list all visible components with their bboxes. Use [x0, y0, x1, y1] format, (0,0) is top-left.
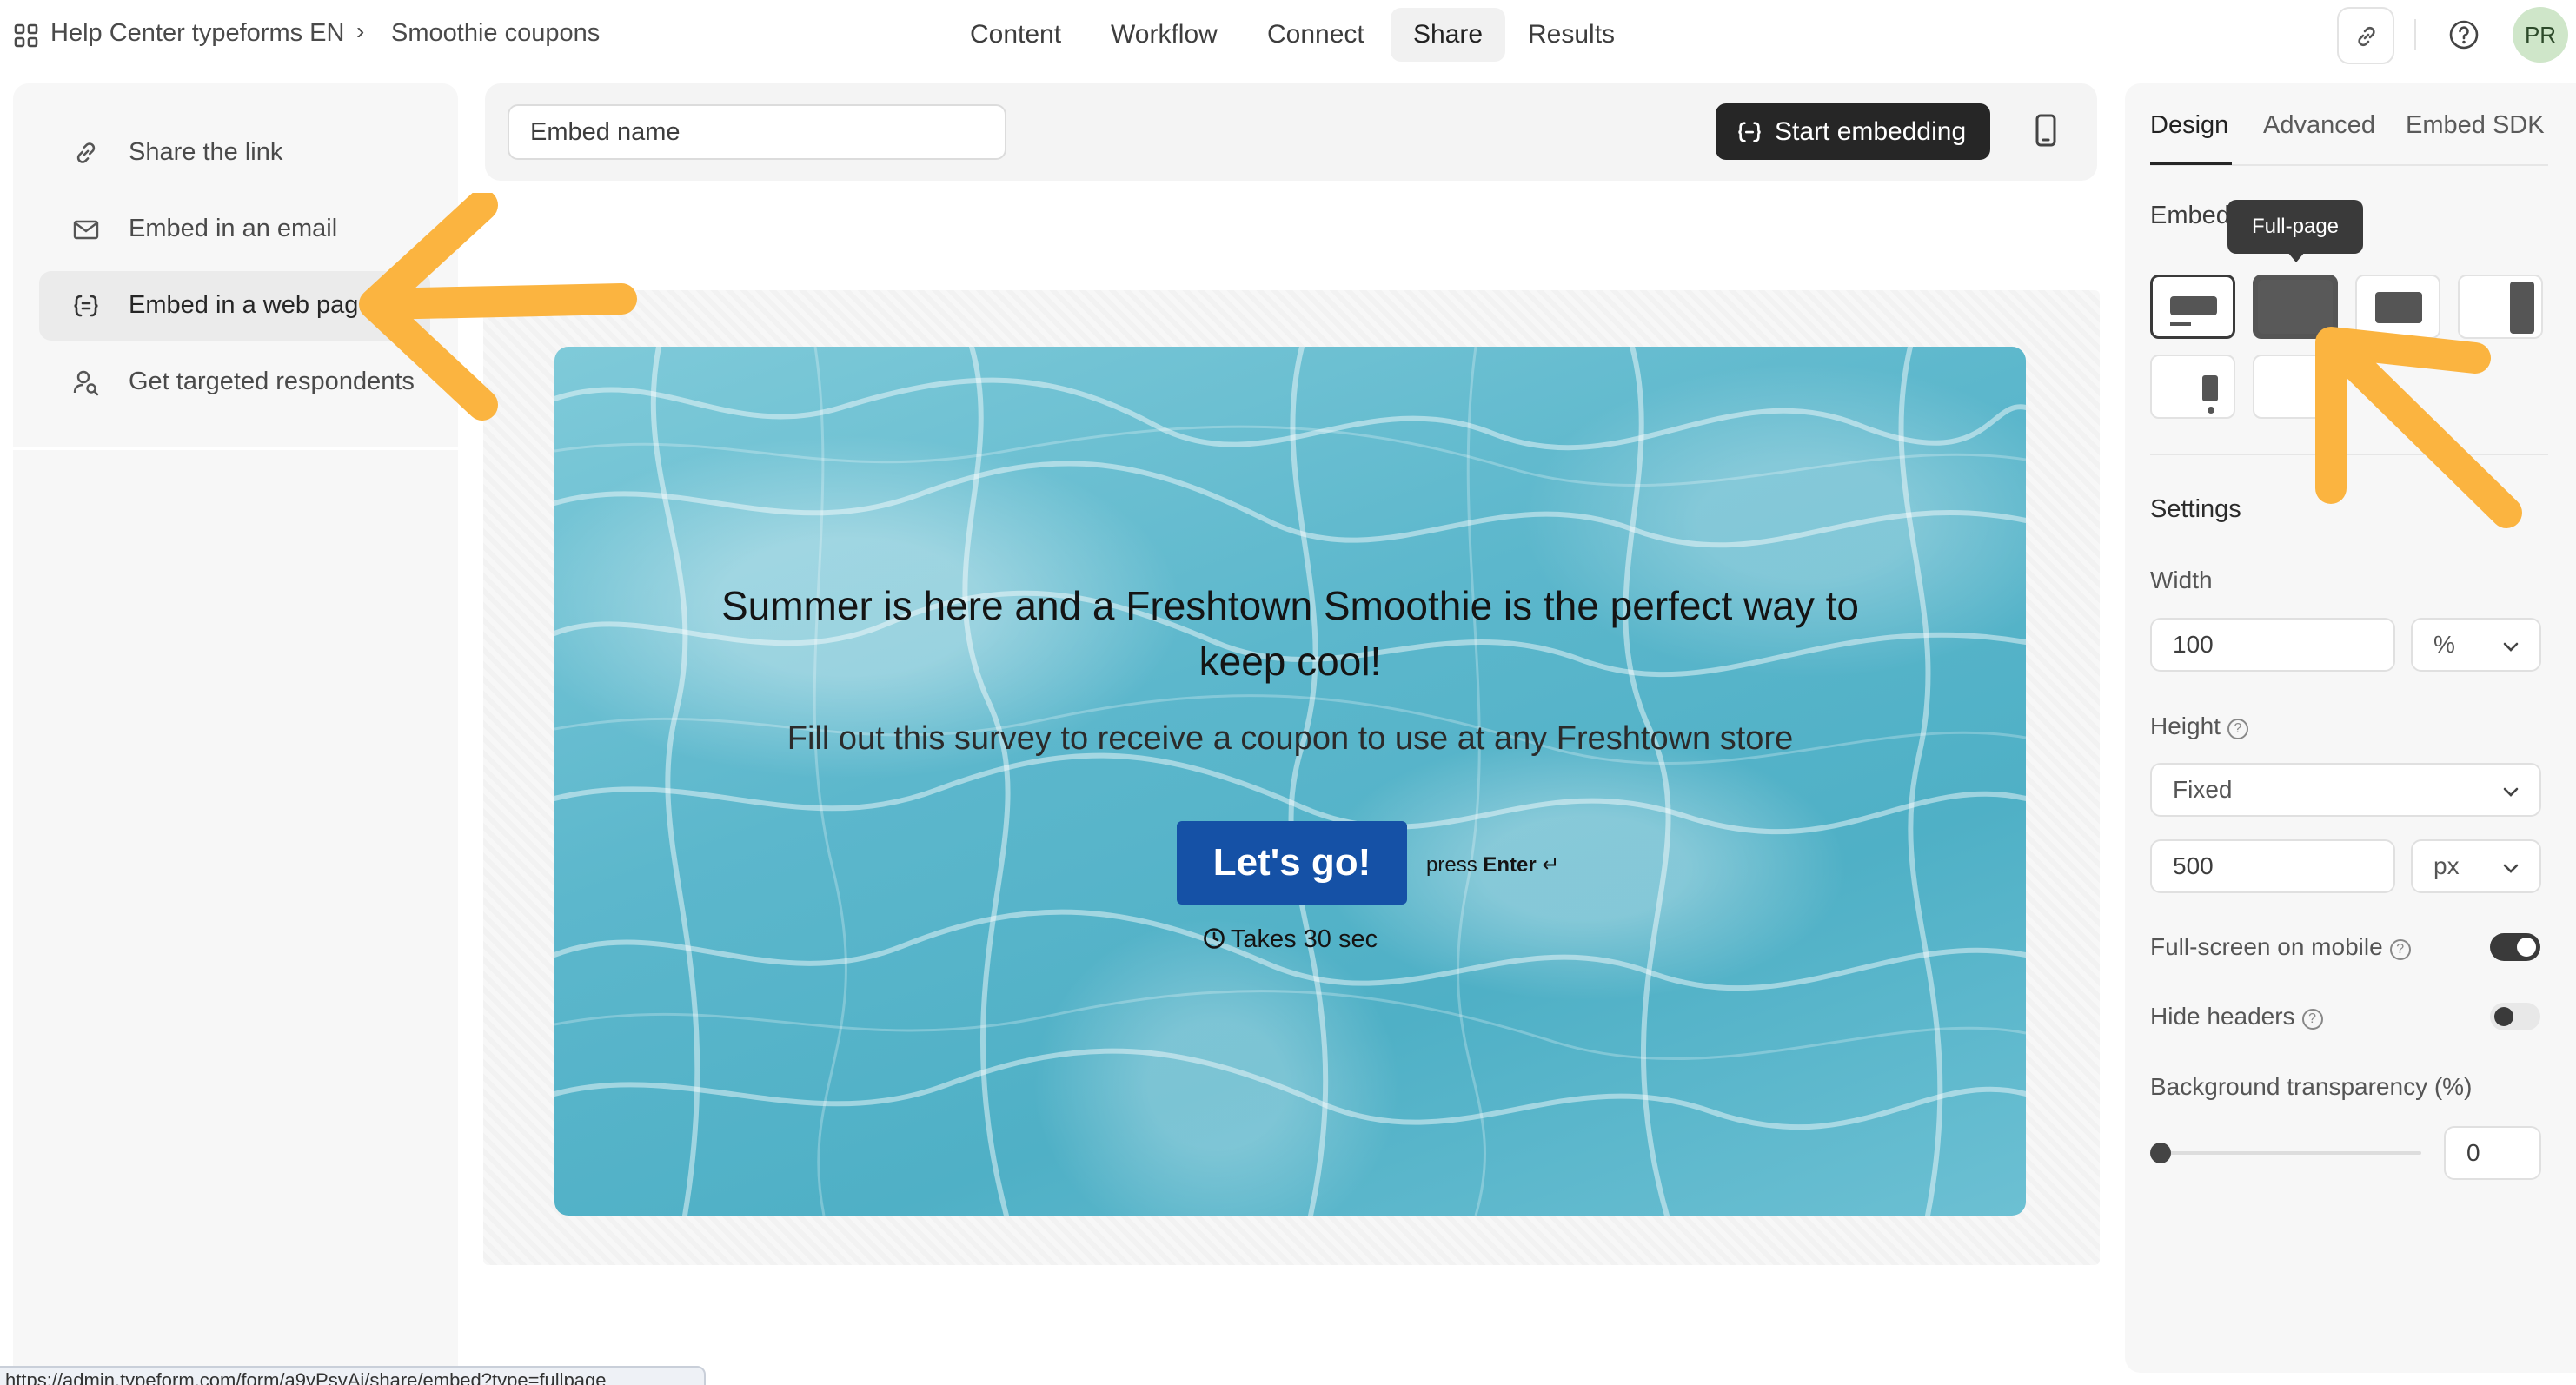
- sidebar-item-targeted-respondents[interactable]: Get targeted respondents: [39, 348, 430, 417]
- time-estimate-label: Takes 30 sec: [1230, 925, 1378, 953]
- slider-embed-icon: [2510, 282, 2534, 334]
- time-estimate: Takes 30 sec: [554, 925, 2026, 954]
- width-input[interactable]: 100: [2150, 618, 2395, 672]
- hide-headers-toggle[interactable]: [2490, 1003, 2540, 1030]
- height-input[interactable]: 500: [2150, 839, 2395, 893]
- copy-link-button[interactable]: [2337, 7, 2394, 64]
- avatar[interactable]: PR: [2513, 7, 2568, 63]
- link-icon: [72, 139, 100, 167]
- chevron-down-icon: [2501, 782, 2520, 801]
- press-enter-hint: press Enter ↵: [1426, 852, 1560, 878]
- sidebar-item-label: Share the link: [129, 138, 283, 166]
- bg-transparency-input[interactable]: 0: [2444, 1126, 2541, 1180]
- embed-type-label: Embed: [2150, 202, 2230, 229]
- slider-handle[interactable]: [2150, 1143, 2171, 1163]
- fullscreen-mobile-text: Full-screen on mobile: [2150, 933, 2383, 960]
- popover-dot-icon: [2208, 407, 2214, 414]
- link-icon: [2354, 23, 2380, 50]
- enter-key-icon: ↵: [1542, 853, 1560, 877]
- section-divider: [2150, 454, 2548, 455]
- top-bar: Help Center typeforms EN › Smoothie coup…: [0, 0, 2576, 70]
- height-unit-select[interactable]: px: [2411, 839, 2541, 893]
- height-label-text: Height: [2150, 712, 2221, 739]
- embed-type-fullpage[interactable]: [2253, 275, 2338, 339]
- tab-connect[interactable]: Connect: [1245, 8, 1387, 62]
- code-braces-icon: [1736, 119, 1763, 145]
- popup-embed-icon: [2375, 292, 2422, 323]
- tooltip: Full-page: [2227, 200, 2363, 254]
- form-welcome-subtitle: Fill out this survey to receive a coupon…: [787, 720, 1794, 757]
- tab-embed-sdk[interactable]: Embed SDK: [2406, 111, 2545, 140]
- sidebar-item-embed-email[interactable]: Embed in an email: [39, 195, 430, 264]
- sidebar-item-label: Embed in an email: [129, 215, 338, 242]
- form-preview: Summer is here and a Freshtown Smoothie …: [554, 347, 2026, 1216]
- breadcrumb-separator: ›: [356, 17, 365, 44]
- standard-embed-line-icon: [2170, 322, 2191, 326]
- sidebar-item-embed-web[interactable]: Embed in a web page: [39, 271, 430, 341]
- start-embedding-button[interactable]: Start embedding: [1716, 103, 1990, 160]
- tooltip-arrow: [2287, 252, 2305, 262]
- toggle-knob: [2517, 938, 2536, 957]
- fullpage-embed-icon: [2258, 280, 2333, 334]
- tab-workflow[interactable]: Workflow: [1088, 8, 1240, 62]
- fullscreen-mobile-label: Full-screen on mobile?: [2150, 933, 2411, 961]
- width-unit-value: %: [2433, 631, 2455, 658]
- enter-label: Enter: [1483, 853, 1537, 877]
- sidebar-item-label: Get targeted respondents: [129, 368, 415, 395]
- standard-embed-icon: [2170, 296, 2217, 315]
- tab-content[interactable]: Content: [947, 8, 1084, 62]
- mobile-device-icon: [2028, 109, 2063, 155]
- active-tab-indicator: [2150, 162, 2232, 165]
- embed-type-popup[interactable]: [2355, 275, 2440, 339]
- width-label: Width: [2150, 567, 2213, 593]
- popover-embed-icon: [2202, 375, 2218, 401]
- apps-grid-icon[interactable]: [14, 23, 38, 48]
- form-welcome-title: Summer is here and a Freshtown Smoothie …: [720, 583, 1860, 684]
- tab-design[interactable]: Design: [2150, 111, 2228, 140]
- clock-icon: [1203, 927, 1225, 950]
- help-icon[interactable]: ?: [2301, 1009, 2323, 1030]
- tab-advanced[interactable]: Advanced: [2263, 111, 2375, 140]
- header-divider: [2414, 19, 2416, 50]
- embed-type-slider[interactable]: [2458, 275, 2543, 339]
- embed-name-input[interactable]: [508, 104, 1006, 160]
- height-mode-value: Fixed: [2173, 776, 2233, 803]
- side-tab-embed-icon: [2317, 381, 2322, 400]
- settings-title: Settings: [2150, 495, 2241, 523]
- mobile-preview-button[interactable]: [2028, 109, 2063, 155]
- bg-transparency-label: Background transparency (%): [2150, 1073, 2473, 1100]
- press-label: press: [1426, 853, 1477, 877]
- height-unit-value: px: [2433, 852, 2460, 879]
- breadcrumb-workspace[interactable]: Help Center typeforms EN: [50, 19, 344, 48]
- help-icon[interactable]: ?: [2227, 719, 2248, 739]
- chevron-down-icon: [2501, 637, 2520, 656]
- help-circle-icon[interactable]: [2448, 19, 2480, 50]
- height-mode-select[interactable]: Fixed: [2150, 763, 2541, 817]
- lets-go-button[interactable]: Let's go!: [1177, 821, 1407, 905]
- embed-type-popover[interactable]: [2150, 355, 2235, 419]
- toggle-knob: [2494, 1007, 2513, 1026]
- code-braces-icon: [72, 292, 100, 320]
- share-menu: Share the link Embed in an email Embed i…: [13, 83, 458, 450]
- tab-share[interactable]: Share: [1391, 8, 1506, 62]
- breadcrumb-form[interactable]: Smoothie coupons: [391, 19, 600, 48]
- height-label: Height?: [2150, 712, 2248, 740]
- status-bar-url: https://admin.typeform.com/form/a9yPsyAj…: [0, 1366, 706, 1385]
- mail-icon: [72, 215, 100, 243]
- embed-type-standard[interactable]: [2150, 275, 2235, 339]
- water-background: [554, 347, 2026, 1216]
- sidebar-item-share-link[interactable]: Share the link: [39, 118, 430, 188]
- hide-headers-label: Hide headers?: [2150, 1003, 2323, 1030]
- fullscreen-mobile-toggle[interactable]: [2490, 933, 2540, 961]
- width-unit-select[interactable]: %: [2411, 618, 2541, 672]
- sidebar-item-label: Embed in a web page: [129, 291, 373, 319]
- embed-type-side-tab[interactable]: [2253, 355, 2338, 419]
- help-icon[interactable]: ?: [2389, 939, 2411, 960]
- start-embedding-label: Start embedding: [1775, 117, 1967, 146]
- tab-results[interactable]: Results: [1505, 8, 1637, 62]
- hide-headers-text: Hide headers: [2150, 1003, 2295, 1030]
- people-search-icon: [72, 368, 100, 396]
- bg-transparency-slider[interactable]: [2150, 1143, 2421, 1163]
- chevron-down-icon: [2501, 858, 2520, 878]
